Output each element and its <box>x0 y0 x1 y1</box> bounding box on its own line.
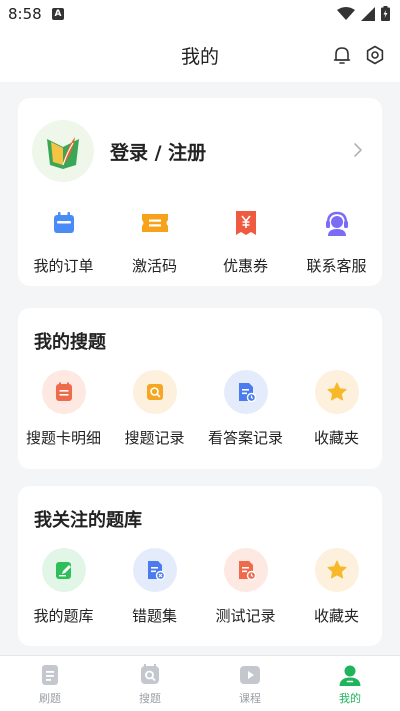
quick-actions: 我的订单 激活码 优惠券 联系客服 <box>18 208 382 276</box>
tab-search-label: 搜题 <box>139 692 161 705</box>
card-detail-icon <box>41 370 86 414</box>
my-question-bank-label: 我的题库 <box>33 607 94 625</box>
coupon-button[interactable]: 优惠券 <box>200 208 291 276</box>
play-icon <box>240 666 260 684</box>
tab-practice-label: 刷题 <box>39 692 61 705</box>
wrong-questions-button[interactable]: 错题集 <box>109 548 200 626</box>
bank-items: 我的题库 错题集 测试记录 收藏夹 <box>18 548 382 626</box>
status-time: 8:58 <box>8 5 42 23</box>
star-icon <box>314 548 359 592</box>
calendar-icon <box>49 208 79 238</box>
bank-favorites-label: 收藏夹 <box>313 607 359 625</box>
followed-bank-card: 我关注的题库 我的题库 错题集 测试记录 收藏夹 <box>18 486 382 646</box>
customer-service-button[interactable]: 联系客服 <box>291 208 382 276</box>
avatar[interactable] <box>32 120 94 182</box>
my-orders-label: 我的订单 <box>33 257 94 275</box>
answer-record-button[interactable]: 看答案记录 <box>200 370 291 448</box>
section-title-bank: 我关注的题库 <box>34 510 142 531</box>
wrong-doc-icon <box>132 548 177 592</box>
wifi-icon <box>337 6 355 20</box>
search-card-detail-label: 搜题卡明细 <box>25 429 101 447</box>
tab-course-label: 课程 <box>239 692 261 705</box>
user-icon <box>339 665 361 686</box>
status-bar: 8:58 A <box>0 0 400 28</box>
practice-doc-icon <box>42 665 58 685</box>
battery-icon <box>381 6 390 21</box>
bell-icon[interactable] <box>331 44 353 66</box>
star-icon <box>314 370 359 414</box>
search-favorites-button[interactable]: 收藏夹 <box>291 370 382 448</box>
yen-coupon-icon <box>231 208 261 238</box>
tab-search[interactable]: 搜题 <box>100 656 200 711</box>
test-record-button[interactable]: 测试记录 <box>200 548 291 626</box>
activation-code-button[interactable]: 激活码 <box>109 208 200 276</box>
headset-icon <box>322 208 352 238</box>
search-tab-icon <box>141 664 159 684</box>
chevron-right-icon[interactable] <box>352 142 364 158</box>
my-orders-button[interactable]: 我的订单 <box>18 208 109 276</box>
signal-icon <box>361 6 375 21</box>
my-question-bank-button[interactable]: 我的题库 <box>18 548 109 626</box>
login-register-link[interactable]: 登录 / 注册 <box>110 138 206 165</box>
status-indicators <box>337 6 390 21</box>
ticket-icon <box>140 208 170 238</box>
profile-card: 登录 / 注册 我的订单 激活码 优惠券 联系客服 <box>18 98 382 286</box>
page-header: 我的 <box>0 28 400 82</box>
test-record-label: 测试记录 <box>215 607 276 625</box>
coupon-label: 优惠券 <box>222 257 268 275</box>
answer-record-icon <box>223 370 268 414</box>
answer-record-label: 看答案记录 <box>207 429 283 447</box>
section-title-search: 我的搜题 <box>34 332 106 353</box>
edit-doc-icon <box>41 548 86 592</box>
search-favorites-label: 收藏夹 <box>313 429 359 447</box>
bank-favorites-button[interactable]: 收藏夹 <box>291 548 382 626</box>
test-record-icon <box>223 548 268 592</box>
search-record-label: 搜题记录 <box>124 429 185 447</box>
search-card-detail-button[interactable]: 搜题卡明细 <box>18 370 109 448</box>
customer-service-label: 联系客服 <box>306 257 367 275</box>
search-record-button[interactable]: 搜题记录 <box>109 370 200 448</box>
search-items: 搜题卡明细 搜题记录 看答案记录 收藏夹 <box>18 370 382 448</box>
bottom-tab-bar: 刷题 搜题 课程 我的 <box>0 655 400 711</box>
activation-code-label: 激活码 <box>131 257 177 275</box>
gear-icon[interactable] <box>364 44 386 66</box>
my-search-card: 我的搜题 搜题卡明细 搜题记录 看答案记录 收藏夹 <box>18 308 382 469</box>
app-logo-icon <box>47 137 79 169</box>
search-record-icon <box>132 370 177 414</box>
tab-mine[interactable]: 我的 <box>300 656 400 711</box>
tab-practice[interactable]: 刷题 <box>0 656 100 711</box>
tab-mine-label: 我的 <box>339 692 361 705</box>
notification-a-icon: A <box>52 8 64 20</box>
tab-course[interactable]: 课程 <box>200 656 300 711</box>
wrong-questions-label: 错题集 <box>131 607 177 625</box>
